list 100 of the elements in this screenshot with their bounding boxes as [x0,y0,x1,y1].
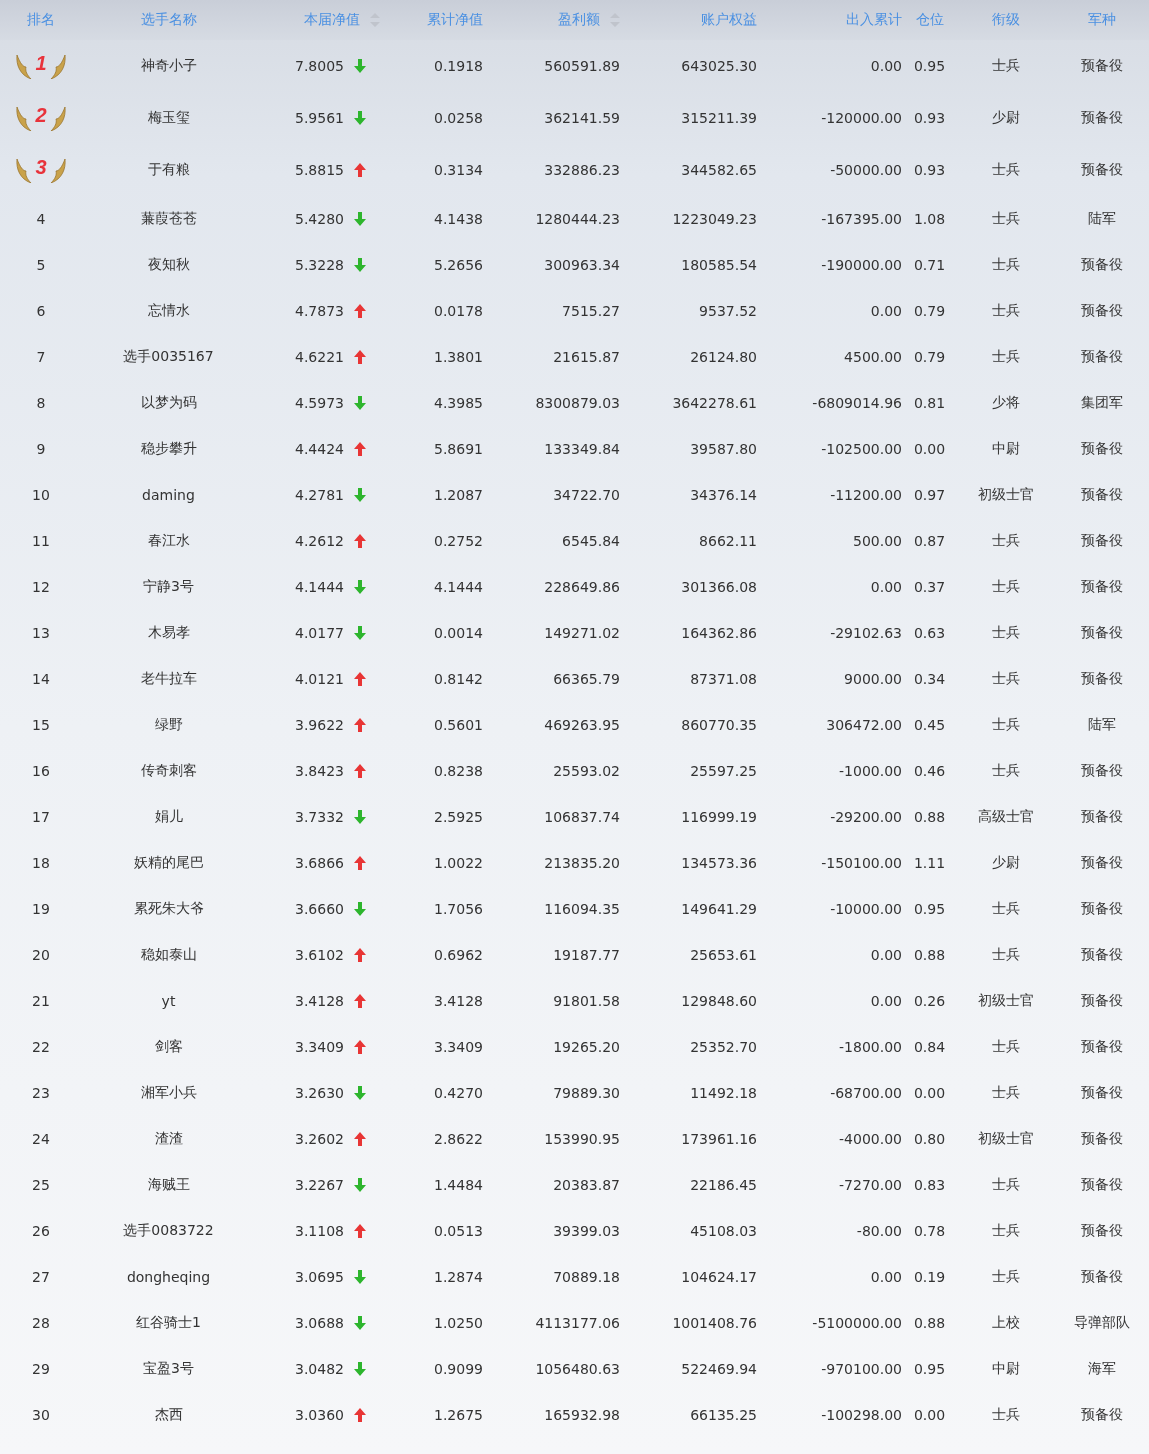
column-header: 账户权益 [701,11,757,29]
profit-amount: 149271.02 [544,625,620,641]
player-name: dongheqing [126,1269,211,1285]
cash-flow-total: -970100.00 [821,1361,902,1377]
wing-icon [48,157,67,183]
rank-number: 19 [32,901,50,917]
rank-number: 25 [32,1177,50,1193]
player-name: 宝盈3号 [143,1360,194,1378]
net-value: 4.2612 [295,533,344,549]
cash-flow-total: -29200.00 [830,809,902,825]
service-branch: 预备役 [1081,900,1123,918]
rank-number: 24 [32,1131,50,1147]
cash-flow-total: -120000.00 [821,110,902,126]
cash-flow-total: 0.00 [870,58,902,74]
cumulative-net-value: 1.2874 [434,1269,483,1285]
profit-amount: 39399.03 [553,1223,620,1239]
net-value: 3.2630 [295,1085,344,1101]
service-branch: 预备役 [1081,1038,1123,1056]
account-equity: 180585.54 [681,257,757,273]
account-equity: 11492.18 [690,1085,757,1101]
net-value: 3.6660 [295,901,344,917]
rank-number: 9 [36,441,46,457]
cumulative-net-value: 0.0014 [434,625,483,641]
rank-number: 13 [32,625,50,641]
service-branch: 预备役 [1081,808,1123,826]
net-value: 3.3409 [295,1039,344,1055]
cumulative-net-value: 0.1918 [434,58,483,74]
position-ratio: 0.83 [913,1177,946,1193]
profit-amount: 7515.27 [562,303,620,319]
account-equity: 1001408.76 [672,1315,757,1331]
cumulative-net-value: 0.0258 [434,110,483,126]
position-ratio: 0.00 [913,1085,946,1101]
rank-number: 6 [36,303,46,319]
rank-title: 初级士官 [978,1130,1034,1148]
account-equity: 34376.14 [690,487,757,503]
net-value: 5.4280 [295,211,344,227]
column-header: 排名 [27,11,55,29]
service-branch: 预备役 [1081,854,1123,872]
net-value: 5.3228 [295,257,344,273]
position-ratio: 1.08 [913,211,946,227]
profit-amount: 79889.30 [553,1085,620,1101]
profit-amount: 66365.79 [553,671,620,687]
net-value: 3.0695 [295,1269,344,1285]
service-branch: 预备役 [1081,1176,1123,1194]
rank-number: 26 [32,1223,50,1239]
player-name: 老牛拉车 [140,670,197,688]
service-branch: 预备役 [1081,486,1123,504]
net-value: 4.2781 [295,487,344,503]
service-branch: 预备役 [1081,256,1123,274]
cash-flow-total: -10000.00 [830,901,902,917]
account-equity: 39587.80 [690,441,757,457]
column-header[interactable]: 盈利额 [558,11,600,29]
position-ratio: 0.95 [913,901,946,917]
cumulative-net-value: 0.9099 [434,1361,483,1377]
rank-number: 4 [36,211,46,227]
rank-title: 士兵 [992,161,1020,179]
account-equity: 3642278.61 [672,395,757,411]
rank-title: 士兵 [992,256,1020,274]
cumulative-net-value: 1.2087 [434,487,483,503]
position-ratio: 0.87 [913,533,946,549]
account-equity: 643025.30 [681,58,757,74]
column-header: 选手名称 [140,11,197,29]
cumulative-net-value: 4.1444 [434,579,483,595]
profit-amount: 1056480.63 [535,1361,620,1377]
cash-flow-total: -5100000.00 [812,1315,902,1331]
cash-flow-total: 0.00 [870,1269,902,1285]
rank-title: 高级士官 [978,808,1034,826]
rank-title: 中尉 [992,440,1020,458]
net-value: 3.2267 [295,1177,344,1193]
rank-title: 士兵 [992,762,1020,780]
profit-amount: 21615.87 [553,349,620,365]
cash-flow-total: -1800.00 [839,1039,902,1055]
profit-amount: 8300879.03 [535,395,620,411]
account-equity: 104624.17 [681,1269,757,1285]
position-ratio: 0.26 [913,993,946,1009]
cash-flow-total: 500.00 [853,533,902,549]
service-branch: 预备役 [1081,302,1123,320]
profit-amount: 1280444.23 [535,211,620,227]
column-header[interactable]: 本届净值 [304,11,360,29]
profit-amount: 469263.95 [544,717,620,733]
player-name: 娟儿 [154,808,183,826]
position-ratio: 0.95 [913,1361,946,1377]
profit-amount: 20383.87 [553,1177,620,1193]
column-header: 出入累计 [846,11,902,29]
rank-number: 11 [32,533,50,549]
net-value: 7.8005 [295,58,344,74]
profit-amount: 213835.20 [544,855,620,871]
service-branch: 海军 [1088,1360,1116,1378]
rank-number: 3 [35,155,47,179]
cash-flow-total: -7270.00 [839,1177,902,1193]
cash-flow-total: -50000.00 [830,162,902,178]
cumulative-net-value: 2.8622 [434,1131,483,1147]
cumulative-net-value: 1.7056 [434,901,483,917]
profit-amount: 91801.58 [553,993,620,1009]
position-ratio: 0.00 [913,1407,946,1423]
account-equity: 87371.08 [690,671,757,687]
rank-number: 23 [32,1085,50,1101]
rank-title: 士兵 [992,900,1020,918]
position-ratio: 0.84 [913,1039,946,1055]
rank-title: 士兵 [992,716,1020,734]
